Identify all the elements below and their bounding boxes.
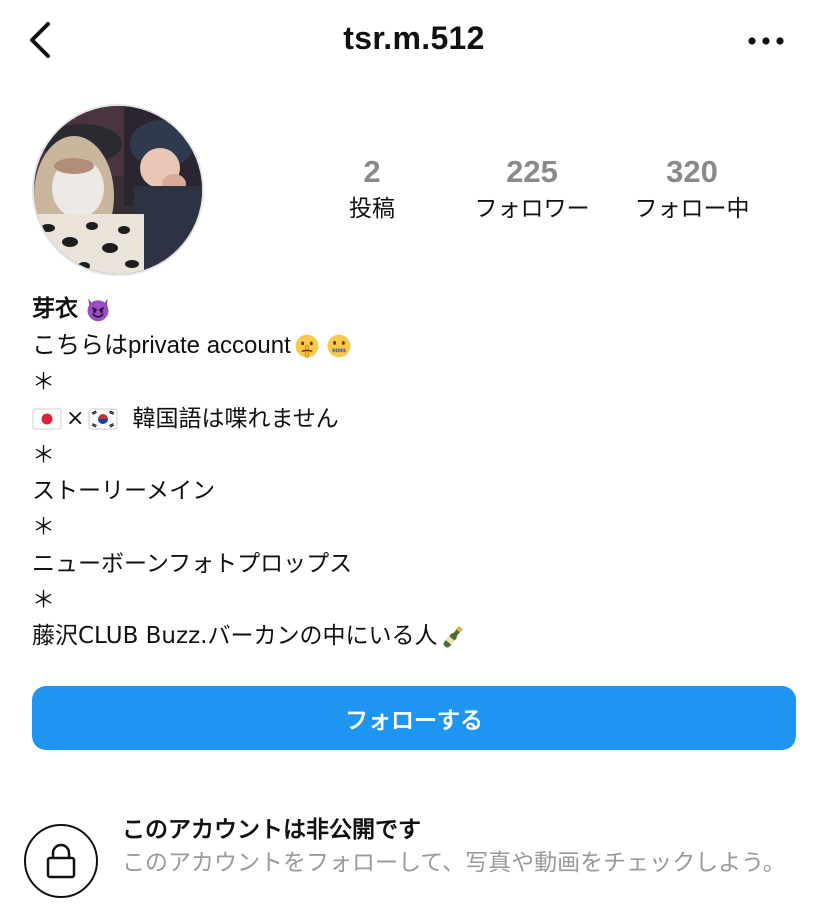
bio-line-1: こちらはprivate account bbox=[32, 328, 792, 364]
posts-count: 2 bbox=[363, 154, 381, 189]
display-name: 芽衣 bbox=[32, 296, 78, 322]
more-horizontal-icon bbox=[748, 37, 784, 45]
bio-line-1-text: こちらはprivate account bbox=[32, 332, 291, 359]
follow-button[interactable]: フォローする bbox=[32, 686, 796, 750]
bio-line-9-text: 藤沢CLUB Buzz.バーカンの中にいる人 bbox=[32, 623, 438, 650]
lock-icon bbox=[46, 843, 76, 879]
champagne-bottle-emoji-icon bbox=[443, 625, 464, 648]
bio-line-8: ＊ bbox=[32, 587, 55, 614]
followers-count: 225 bbox=[506, 154, 558, 189]
bio-line-4: ＊ bbox=[32, 441, 55, 468]
bio-line-2: ＊ bbox=[32, 369, 55, 396]
cross-symbol: × bbox=[66, 405, 85, 431]
profile-bio: 芽衣 こちらはprivate account ＊ × 韓国語は喋れません ＊ ス… bbox=[32, 290, 792, 655]
display-name-row: 芽衣 bbox=[32, 290, 792, 328]
profile-stats: 2 投稿 225 フォロワー 320 フォロー中 bbox=[0, 152, 828, 232]
private-account-description: このアカウントをフォローして、写真や動画をチェックしよう。 bbox=[122, 850, 786, 876]
posts-label: 投稿 bbox=[349, 196, 395, 222]
smiling-devil-emoji-icon bbox=[87, 298, 109, 322]
bio-line-3-text: 韓国語は喋れません bbox=[132, 405, 339, 432]
private-lock-badge bbox=[24, 824, 98, 898]
shushing-face-emoji-icon bbox=[295, 334, 319, 358]
followers-stat[interactable]: 225 フォロワー bbox=[452, 152, 612, 226]
zipper-mouth-emoji-icon bbox=[327, 334, 351, 358]
following-count: 320 bbox=[666, 154, 718, 189]
bio-line-3: × 韓国語は喋れません bbox=[32, 401, 792, 437]
private-account-title: このアカウントは非公開です bbox=[122, 817, 421, 843]
profile-header: tsr.m.512 bbox=[0, 0, 828, 82]
more-options-button[interactable] bbox=[742, 26, 790, 56]
bio-line-7: ニューボーンフォトプロップス bbox=[32, 550, 353, 577]
following-stat[interactable]: 320 フォロー中 bbox=[612, 152, 772, 226]
username-title: tsr.m.512 bbox=[343, 20, 485, 56]
followers-label: フォロワー bbox=[474, 196, 590, 222]
south-korea-flag-icon bbox=[88, 408, 118, 430]
bio-line-9: 藤沢CLUB Buzz.バーカンの中にいる人 bbox=[32, 618, 792, 654]
posts-stat[interactable]: 2 投稿 bbox=[322, 152, 422, 226]
japan-flag-icon bbox=[32, 408, 62, 430]
bio-line-6: ＊ bbox=[32, 514, 55, 541]
following-label: フォロー中 bbox=[634, 196, 750, 222]
bio-line-5: ストーリーメイン bbox=[32, 478, 216, 505]
